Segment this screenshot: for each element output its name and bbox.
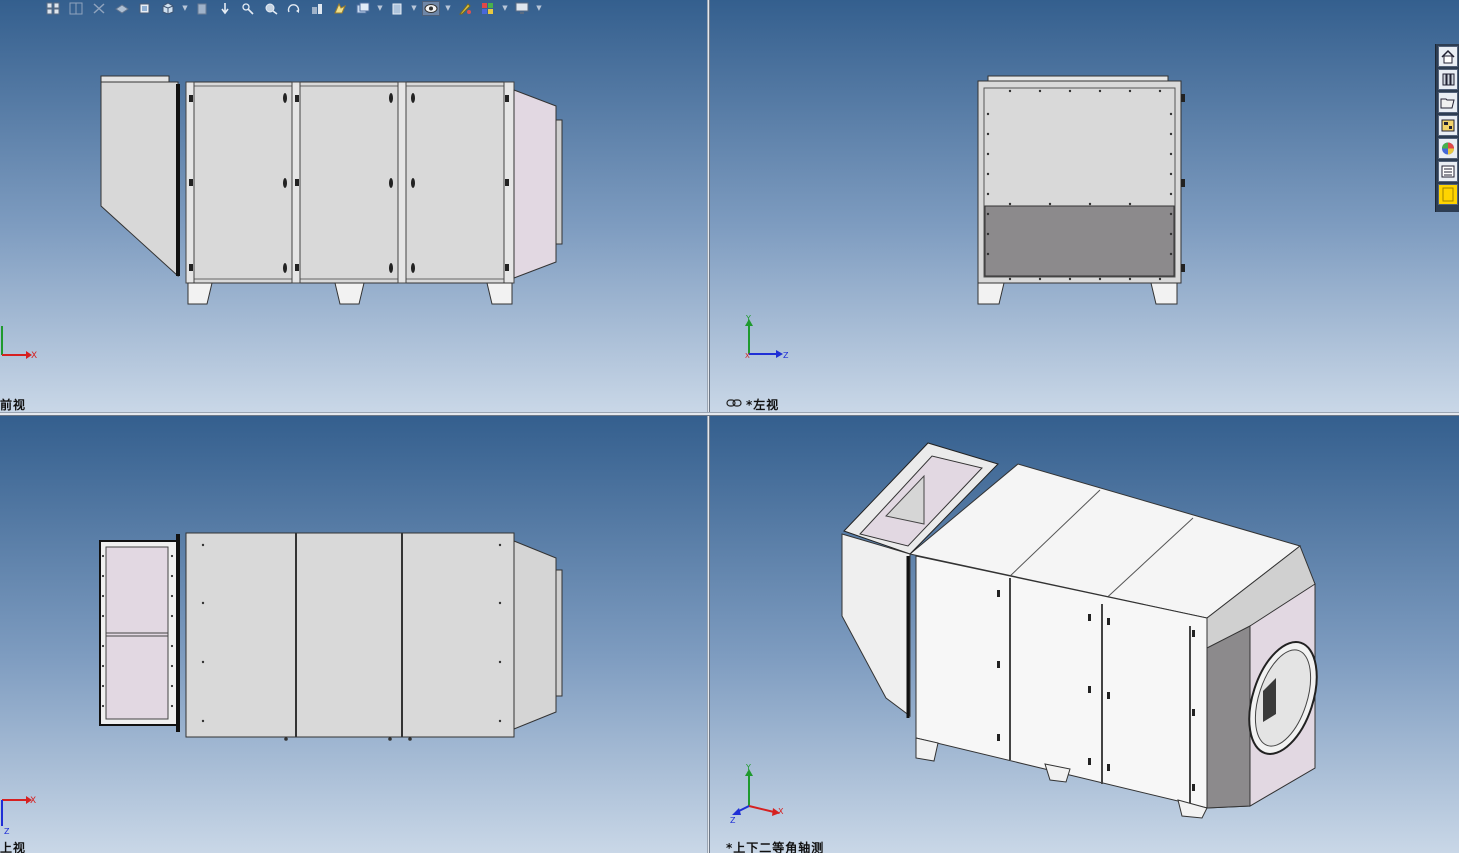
- axis-triad: Y Z X: [730, 763, 784, 824]
- custom-properties-icon[interactable]: [1437, 161, 1458, 182]
- view-label: *左视: [746, 398, 780, 412]
- file-explorer-icon[interactable]: [1437, 92, 1458, 113]
- viewport-top[interactable]: X Z 上视: [0, 416, 707, 853]
- axis-z-label: Z: [4, 827, 10, 836]
- appearances-icon[interactable]: [1437, 138, 1458, 159]
- axis-z-label: Z: [730, 816, 736, 824]
- view-palette-icon[interactable]: [1437, 115, 1458, 136]
- front-view-model[interactable]: [0, 0, 707, 412]
- top-view-model[interactable]: [0, 416, 707, 853]
- viewport-iso[interactable]: Y Z X *上下二等角轴测: [710, 416, 1459, 853]
- axis-triad: X: [1, 326, 37, 361]
- link-icon[interactable]: [726, 398, 742, 408]
- design-library-icon[interactable]: [1437, 69, 1458, 90]
- axis-x-label: X: [745, 352, 750, 360]
- iso-view-model[interactable]: [710, 416, 1459, 853]
- view-label: *上下二等角轴测: [726, 841, 825, 853]
- axis-y-label: Y: [745, 763, 751, 772]
- viewport-splitter-vertical[interactable]: [707, 0, 710, 853]
- axis-x-label: X: [30, 796, 36, 806]
- task-pane: [1435, 44, 1459, 212]
- view-label: 上视: [0, 841, 27, 853]
- viewport-front[interactable]: ▼ ▼ ▼ ▼ ▼ ▼ X 前视: [0, 0, 707, 412]
- axis-x-label: X: [778, 807, 784, 816]
- viewport-left[interactable]: Y X Z *左视: [710, 0, 1459, 412]
- sticky-notes-icon[interactable]: [1437, 184, 1458, 205]
- axis-y-label: Y: [745, 314, 751, 323]
- axis-x-label: X: [31, 351, 37, 361]
- axis-z-label: Z: [783, 351, 789, 360]
- view-label: 前视: [0, 398, 27, 412]
- viewport-splitter-horizontal[interactable]: [0, 412, 1459, 416]
- left-view-model[interactable]: [710, 0, 1459, 412]
- home-icon[interactable]: [1437, 46, 1458, 67]
- axis-triad: Y X Z: [745, 314, 789, 360]
- axis-triad: X Z: [1, 796, 36, 836]
